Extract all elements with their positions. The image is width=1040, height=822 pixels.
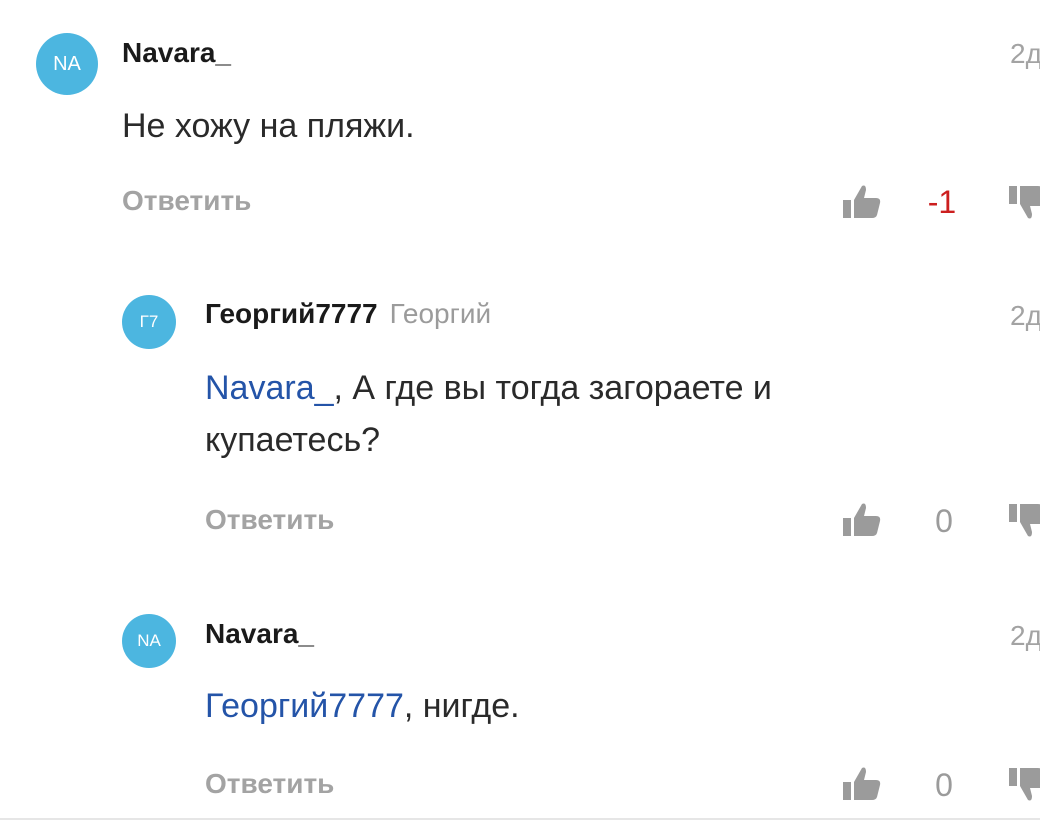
comment-author[interactable]: Navara_: [122, 37, 231, 69]
comments-page: NA Navara_ 2д Не хожу на пляжи. Ответить…: [0, 0, 1040, 822]
comment-date: 2д: [1010, 620, 1040, 652]
comment-date-text: 2д: [1010, 300, 1040, 331]
avatar[interactable]: NA: [122, 614, 176, 668]
avatar-initials: NA: [53, 52, 81, 75]
comment-text: Navara_, А где вы тогда загораете и купа…: [205, 362, 1005, 466]
reply-button[interactable]: Ответить: [122, 185, 251, 217]
thumbs-down-icon[interactable]: [1008, 764, 1040, 804]
author-username[interactable]: Navara_: [122, 37, 231, 68]
comment-date: 2д: [1010, 38, 1040, 70]
avatar-initials: Г7: [139, 312, 159, 331]
comment-reply: Г7 Георгий7777 Георгий 2д Navara_, А где …: [0, 260, 1040, 580]
divider: [0, 818, 1040, 820]
comment-text: Георгий7777, нигде.: [205, 680, 520, 732]
thumbs-up-icon[interactable]: [842, 500, 882, 540]
comment: NA Navara_ 2д Не хожу на пляжи. Ответить…: [0, 0, 1040, 260]
comment-author[interactable]: Navara_: [205, 618, 314, 650]
thumbs-down-icon[interactable]: [1008, 182, 1040, 222]
avatar[interactable]: NA: [36, 33, 98, 95]
comment-author[interactable]: Георгий7777 Георгий: [205, 298, 491, 330]
comment-body-line2: купаетесь?: [205, 421, 381, 459]
comment-score: -1: [927, 184, 957, 220]
reply-button[interactable]: Ответить: [205, 768, 334, 800]
author-real-name: Георгий: [389, 298, 492, 329]
mention-link[interactable]: Георгий7777: [205, 687, 404, 725]
comment-body: Не хожу на пляжи.: [122, 107, 415, 145]
thumbs-down-icon[interactable]: [1008, 500, 1040, 540]
avatar[interactable]: Г7: [122, 295, 176, 349]
comment-body: , А где вы тогда загораете и: [333, 369, 772, 407]
comment-reply: NA Navara_ 2д Георгий7777, нигде. Ответи…: [0, 580, 1040, 822]
author-username[interactable]: Navara_: [205, 618, 314, 649]
avatar-initials: NA: [137, 631, 161, 650]
comment-text: Не хожу на пляжи.: [122, 100, 415, 152]
comment-date-text: 2д: [1010, 620, 1040, 651]
comment-score: 0: [935, 767, 953, 803]
author-username[interactable]: Георгий7777: [205, 298, 378, 329]
comment-date: 2д: [1010, 300, 1040, 332]
reply-button[interactable]: Ответить: [205, 504, 334, 536]
thumbs-up-icon[interactable]: [842, 764, 882, 804]
comment-body: , нигде.: [403, 687, 520, 725]
thumbs-up-icon[interactable]: [842, 182, 882, 222]
comment-score: 0: [935, 503, 953, 539]
mention-link[interactable]: Navara_: [205, 369, 334, 407]
comment-date-text: 2д: [1010, 38, 1040, 69]
